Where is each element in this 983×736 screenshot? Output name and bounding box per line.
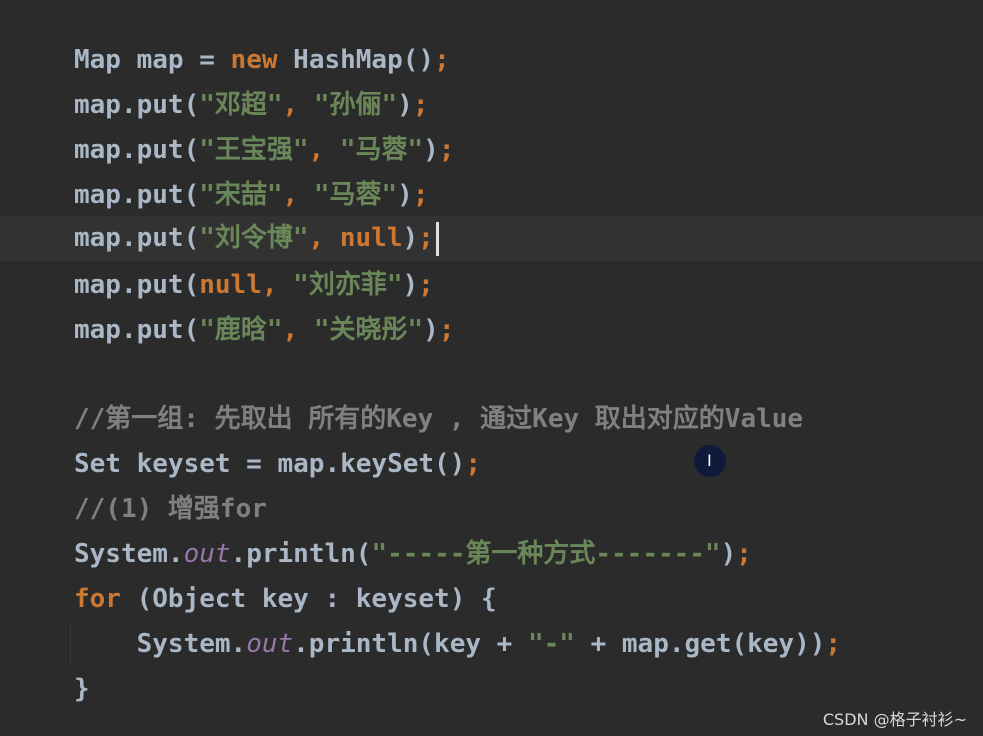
csdn-watermark: CSDN @格子衬衫~ (822, 710, 967, 729)
code-line-10-comment[interactable]: //(1) 增强for (74, 487, 267, 532)
static-field-out: out (246, 629, 294, 659)
static-field-out: out (183, 539, 231, 569)
semicolon: ; (736, 539, 752, 569)
code-line-8-comment[interactable]: //第一组: 先取出 所有的Key , 通过Key 取出对应的Value (74, 397, 803, 442)
string-literal: "关晓彤" (313, 315, 424, 345)
code-line-9[interactable]: Set keyset = map.keySet(); (74, 442, 481, 487)
code-editor[interactable]: Map map = new HashMap(); map.put("邓超", "… (0, 0, 983, 736)
code-line-2[interactable]: map.put("邓超", "孙俪"); (74, 83, 428, 128)
keyword-for: for (74, 584, 121, 614)
token: ) (397, 90, 413, 120)
semicolon: ; (434, 45, 450, 75)
token: Map map = (74, 45, 231, 75)
code-line-1[interactable]: Map map = new HashMap(); (74, 38, 450, 83)
token: ) (423, 135, 439, 165)
code-line-14[interactable]: } (74, 667, 90, 712)
code-line-4[interactable]: map.put("宋喆", "马蓉"); (74, 173, 428, 218)
token: map.put( (74, 223, 200, 253)
comment-text: //(1) 增强for (74, 494, 267, 524)
code-line-12[interactable]: for (Object key : keyset) { (74, 577, 497, 622)
comma: , (282, 180, 314, 210)
code-line-5[interactable]: map.put("刘令博", null); (74, 216, 439, 261)
token: Set keyset = map.keySet() (74, 449, 466, 479)
token: ) (402, 223, 419, 253)
string-literal: "孙俪" (313, 90, 398, 120)
semicolon: ; (465, 449, 481, 479)
semicolon: ; (438, 315, 455, 345)
token: map.put( (74, 180, 200, 210)
semicolon: ; (418, 223, 434, 253)
closing-brace: } (74, 674, 90, 704)
string-literal: "-----第一种方式-------" (371, 539, 721, 569)
token: + map.get(key)) (574, 629, 826, 659)
code-line-13[interactable]: System.out.println(key + "-" + map.get(k… (74, 622, 841, 667)
comment-text: //第一组: 先取出 所有的Key , 通过Key 取出对应的Value (74, 404, 804, 434)
semicolon: ; (438, 135, 455, 165)
semicolon: ; (418, 270, 434, 300)
string-literal: "刘亦菲" (293, 270, 403, 300)
string-literal: "宋喆" (199, 180, 283, 210)
token: ) (397, 180, 413, 210)
string-literal: "邓超" (199, 90, 283, 120)
token: ) (423, 315, 439, 345)
token: System. (74, 539, 184, 569)
string-literal: "-" (527, 629, 575, 659)
ibeam-cursor-icon: I (707, 451, 712, 470)
comma: , (282, 90, 314, 120)
semicolon: ; (825, 629, 842, 659)
code-line-11[interactable]: System.out.println("-----第一种方式-------"); (74, 532, 752, 577)
comma: , (308, 223, 340, 253)
semicolon: ; (412, 180, 429, 210)
token: .println( (230, 539, 372, 569)
string-literal: "王宝强" (199, 135, 309, 165)
comma: , (261, 270, 294, 300)
indent-guide (70, 624, 71, 664)
keyword-null: null (199, 270, 262, 300)
text-caret (435, 221, 439, 256)
string-literal: "刘令博" (199, 223, 309, 253)
token: System. (74, 629, 247, 659)
token: map.put( (74, 315, 200, 345)
code-line-6[interactable]: map.put(null, "刘亦菲"); (74, 263, 434, 308)
keyword-null: null (339, 223, 403, 253)
comma: , (308, 135, 340, 165)
token: (Object key : keyset) { (120, 584, 497, 614)
token: map.put( (74, 270, 200, 300)
token: map.put( (74, 135, 200, 165)
string-literal: "马蓉" (313, 180, 398, 210)
string-literal: "马蓉" (339, 135, 424, 165)
token: map.put( (74, 90, 200, 120)
token: ) (402, 270, 419, 300)
string-literal: "鹿晗" (199, 315, 283, 345)
token: ) (720, 539, 737, 569)
token: .println(key + (293, 629, 528, 659)
code-line-7[interactable]: map.put("鹿晗", "关晓彤"); (74, 308, 454, 353)
token: HashMap() (277, 45, 435, 75)
comma: , (282, 315, 314, 345)
code-line-3[interactable]: map.put("王宝强", "马蓉"); (74, 128, 454, 173)
keyword-new: new (230, 45, 278, 75)
semicolon: ; (412, 90, 429, 120)
